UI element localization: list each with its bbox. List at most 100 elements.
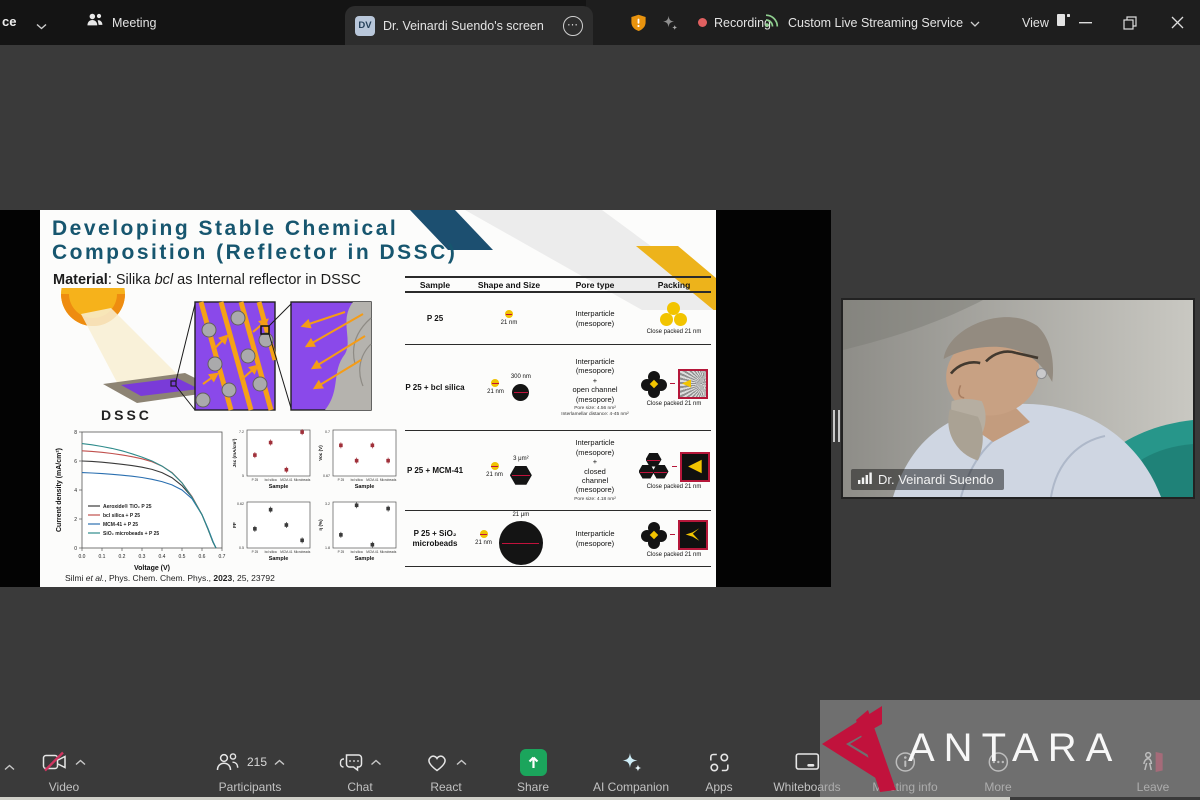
people-icon [86, 12, 104, 33]
toolbar-item-leave[interactable]: Leave [1137, 748, 1170, 794]
svg-text:0.2: 0.2 [119, 554, 126, 560]
svg-text:0.1: 0.1 [99, 554, 106, 560]
svg-text:1.8: 1.8 [325, 546, 330, 550]
participant-video-feed [843, 300, 1193, 497]
chevron-up-icon[interactable] [4, 758, 15, 776]
sample-cell: P 25 + MCM-41 [405, 466, 465, 476]
toolbar-item-participants[interactable]: 215 Participants [215, 748, 285, 794]
toolbar-item-video[interactable]: Video [42, 748, 86, 794]
svg-text:0.6: 0.6 [199, 554, 206, 560]
participants-count: 215 [247, 755, 267, 769]
table-row: P 25 + SiO₂ microbeads21 nm21 μmInterpar… [405, 511, 711, 567]
leave-icon [1140, 750, 1166, 774]
security-shield-icon[interactable] [630, 14, 647, 37]
toolbar-item-label: More [984, 780, 1011, 794]
streaming-label: Custom Live Streaming Service [788, 16, 963, 30]
chevron-up-icon[interactable] [75, 759, 86, 766]
svg-text:0.67: 0.67 [323, 474, 330, 478]
dssc-diagram: DSSC [45, 288, 395, 425]
chevron-up-icon[interactable] [371, 759, 382, 766]
network-signal-icon [858, 472, 872, 487]
svg-text:bcl silica: bcl silica [265, 550, 277, 554]
chevron-up-icon[interactable] [274, 759, 285, 766]
svg-text:P 25: P 25 [252, 550, 259, 554]
view-label: View [1022, 16, 1049, 30]
restore-button[interactable] [1109, 0, 1151, 45]
meeting-toolbar: Video 215 Participants Chat React Share … [0, 745, 1200, 800]
chevron-down-icon [970, 14, 980, 32]
svg-text:7.2: 7.2 [239, 430, 244, 434]
tab-options-icon[interactable]: ⋯ [563, 16, 583, 36]
scatter-jsc: 7.25P 25bcl silicaMCM-41MicrobeadsSample… [230, 426, 314, 496]
citation: Silmi et al., Phys. Chem. Chem. Phys., 2… [65, 573, 275, 583]
svg-text:0.4: 0.4 [159, 554, 166, 560]
more-icon [986, 750, 1010, 774]
svg-text:3.2: 3.2 [325, 502, 330, 506]
tab-shared-screen[interactable]: DV Dr. Veinardi Suendo's screen ⋯ [345, 6, 593, 45]
svg-text:Voc (V): Voc (V) [318, 445, 323, 461]
pore-type-cell: Interparticle (mesopore) [553, 309, 637, 328]
jv-curve-chart: 0.00.10.20.30.40.50.60.702468Aeroxide® T… [52, 424, 230, 578]
svg-text:SiO₂ microbeads + P 25: SiO₂ microbeads + P 25 [103, 531, 159, 537]
shape-size-cell: 21 nm [465, 310, 553, 328]
sample-table: SampleShape and SizePore typePacking P 25… [405, 276, 711, 567]
svg-text:0.7: 0.7 [325, 430, 330, 434]
toolbar-item-label: Apps [705, 780, 732, 794]
svg-text:Sample: Sample [269, 484, 289, 490]
svg-text:P 25: P 25 [338, 550, 345, 554]
apps-icon [707, 751, 731, 774]
sample-cell: P 25 + SiO₂ microbeads [405, 529, 465, 549]
svg-text:bcl silica + P 25: bcl silica + P 25 [103, 513, 140, 519]
tab-meeting[interactable]: Meeting [86, 0, 156, 45]
svg-text:0: 0 [74, 546, 77, 552]
table-header: Shape and Size [465, 280, 553, 290]
panel-resize-handle[interactable] [833, 410, 840, 442]
close-button[interactable] [1156, 0, 1198, 45]
packing-cell: Close packed 21 nm [637, 299, 711, 338]
participants-icon [215, 751, 240, 773]
chevron-up-icon[interactable] [456, 759, 467, 766]
svg-text:0.7: 0.7 [219, 554, 226, 560]
toolbar-item-label: Participants [219, 780, 282, 794]
shape-size-cell: 21 nm300 nm [465, 374, 553, 401]
pore-type-cell: Interparticle (mesopore) + closed channe… [553, 438, 637, 502]
recording-dot-icon [698, 18, 707, 27]
svg-text:5: 5 [242, 474, 244, 478]
table-header-row: SampleShape and SizePore typePacking [405, 278, 711, 293]
toolbar-item-share[interactable]: Share [517, 748, 549, 794]
pore-type-cell: Interparticle (mesopore) + open channel … [553, 357, 637, 418]
whiteboards-icon [794, 751, 820, 773]
react-heart-icon [425, 751, 449, 773]
participant-video-tile[interactable]: Dr. Veinardi Suendo [843, 300, 1193, 497]
toolbar-item-label: Whiteboards [773, 780, 840, 794]
recording-label: Recording [714, 16, 771, 30]
recording-indicator[interactable]: Recording [698, 0, 771, 45]
scatter-ff: 0.620.5P 25bcl silicaMCM-41MicrobeadsSam… [230, 498, 314, 568]
svg-text:MCM-41: MCM-41 [366, 550, 378, 554]
participant-name-tag: Dr. Veinardi Suendo [851, 469, 1004, 490]
toolbar-item-whiteboards[interactable]: Whiteboards [773, 748, 840, 794]
sparkle-icon[interactable] [660, 13, 679, 37]
video-off-icon [42, 751, 68, 773]
toolbar-item-label: Share [517, 780, 549, 794]
minimize-button[interactable] [1064, 0, 1106, 45]
toolbar-item-chat[interactable]: Chat [339, 748, 382, 794]
partial-tab-label[interactable]: ce [2, 14, 16, 29]
table-row: P 25 + MCM-4121 nm3 μm²Interparticle (me… [405, 431, 711, 511]
svg-text:MCM-41: MCM-41 [366, 478, 378, 482]
chevron-down-icon[interactable] [36, 17, 47, 35]
presentation-slide: Developing Stable Chemical Composition (… [40, 210, 716, 587]
svg-text:Jsc (mA/cm²): Jsc (mA/cm²) [232, 438, 237, 467]
window-titlebar: ce Meeting DV Dr. Veinardi Suendo's scre… [0, 0, 1200, 45]
toolbar-item-apps[interactable]: Apps [705, 748, 732, 794]
toolbar-item-react[interactable]: React [425, 748, 467, 794]
svg-text:bcl silica: bcl silica [351, 478, 363, 482]
live-streaming-control[interactable]: Custom Live Streaming Service [764, 0, 980, 45]
tab-shared-screen-label: Dr. Veinardi Suendo's screen [383, 19, 544, 33]
svg-text:Microbeads: Microbeads [380, 550, 397, 554]
toolbar-item-more[interactable]: More [984, 748, 1011, 794]
scatter-grid: 7.25P 25bcl silicaMCM-41MicrobeadsSample… [230, 426, 400, 568]
pore-type-cell: Interparticle (mesopore) [553, 529, 637, 548]
toolbar-item-meeting-info[interactable]: Meeting info [872, 748, 937, 794]
toolbar-item-ai[interactable]: AI Companion [593, 748, 669, 794]
